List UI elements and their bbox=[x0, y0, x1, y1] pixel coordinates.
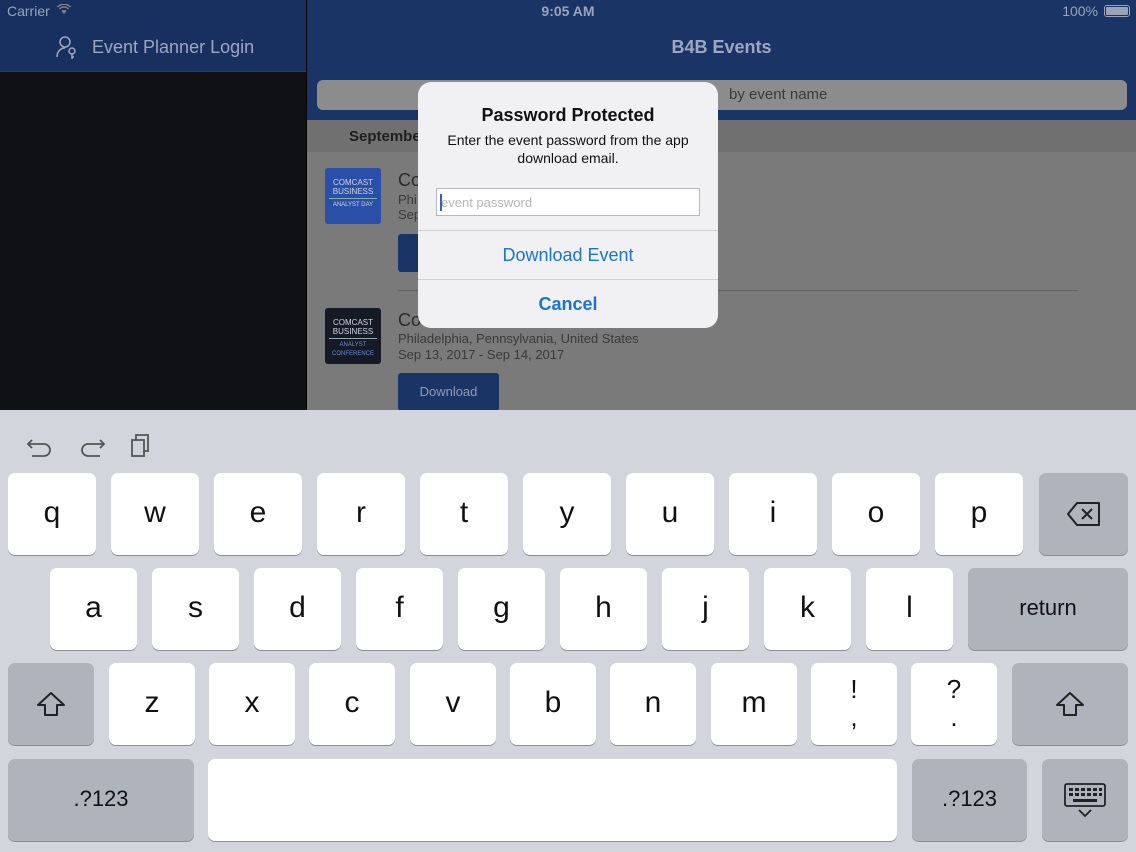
password-alert: Password Protected Enter the event passw… bbox=[418, 82, 718, 328]
key-exclaim-comma[interactable]: ! , bbox=[811, 663, 897, 745]
key-y[interactable]: y bbox=[523, 473, 611, 555]
key-j[interactable]: j bbox=[662, 568, 749, 650]
shift-icon bbox=[37, 692, 65, 716]
key-bottom-char: . bbox=[950, 702, 958, 732]
key-w[interactable]: w bbox=[111, 473, 199, 555]
user-key-icon bbox=[56, 36, 76, 59]
sidebar: Event Planner Login bbox=[0, 0, 306, 410]
battery-percent: 100% bbox=[1062, 3, 1098, 19]
redo-icon[interactable] bbox=[78, 432, 106, 458]
battery-icon bbox=[1104, 5, 1130, 17]
dismiss-keyboard-key[interactable] bbox=[1042, 759, 1128, 841]
login-label: Event Planner Login bbox=[92, 36, 255, 57]
numbers-key-left[interactable]: .?123 bbox=[8, 759, 194, 841]
logo-line: COMCAST bbox=[333, 178, 373, 187]
key-top-char: ! bbox=[850, 674, 858, 704]
key-e[interactable]: e bbox=[214, 473, 302, 555]
key-p[interactable]: p bbox=[935, 473, 1023, 555]
key-d[interactable]: d bbox=[254, 568, 341, 650]
keyboard-toolbar bbox=[0, 410, 1136, 472]
event-password-input[interactable] bbox=[437, 189, 699, 215]
event-logo: COMCAST BUSINESS ANALYST DAY bbox=[325, 168, 381, 224]
key-z[interactable]: z bbox=[109, 663, 195, 745]
backspace-icon bbox=[1066, 502, 1100, 526]
numbers-key-right[interactable]: .?123 bbox=[912, 759, 1027, 841]
key-i[interactable]: i bbox=[729, 473, 817, 555]
undo-icon[interactable] bbox=[26, 432, 54, 458]
logo-line: BUSINESS bbox=[332, 327, 374, 336]
delete-key[interactable] bbox=[1039, 473, 1128, 555]
key-b[interactable]: b bbox=[510, 663, 596, 745]
text-caret bbox=[440, 194, 442, 211]
key-g[interactable]: g bbox=[458, 568, 545, 650]
key-c[interactable]: c bbox=[309, 663, 395, 745]
key-top-char: ? bbox=[946, 674, 962, 704]
logo-line: ANALYST DAY bbox=[329, 198, 377, 210]
logo-line: BUSINESS bbox=[332, 187, 374, 196]
section-title: September bbox=[349, 128, 427, 145]
shift-icon bbox=[1056, 692, 1084, 716]
download-button[interactable]: Download bbox=[398, 373, 499, 410]
logo-line: COMCAST bbox=[333, 318, 373, 327]
cancel-button[interactable]: Cancel bbox=[418, 280, 718, 328]
keyboard-dismiss-icon bbox=[1064, 783, 1106, 818]
key-o[interactable]: o bbox=[832, 473, 920, 555]
keyboard: q w e r t y u i o p a s d f g h j k l re… bbox=[0, 410, 1136, 852]
space-bar[interactable] bbox=[208, 759, 897, 841]
page-title: B4B Events bbox=[671, 37, 772, 57]
key-r[interactable]: r bbox=[317, 473, 405, 555]
key-f[interactable]: f bbox=[356, 568, 443, 650]
status-bar: Carrier 9:05 AM 100% bbox=[0, 0, 1136, 22]
event-logo: COMCAST BUSINESS ANALYST CONFERENCE bbox=[325, 308, 381, 364]
key-a[interactable]: a bbox=[50, 568, 137, 650]
key-l[interactable]: l bbox=[866, 568, 953, 650]
clock: 9:05 AM bbox=[541, 3, 595, 19]
shift-key-right[interactable] bbox=[1012, 663, 1128, 745]
paste-icon[interactable] bbox=[128, 432, 156, 458]
event-location: Philadelphia, Pennsylvania, United State… bbox=[398, 331, 639, 346]
key-u[interactable]: u bbox=[626, 473, 714, 555]
return-key[interactable]: return bbox=[968, 568, 1128, 650]
key-m[interactable]: m bbox=[711, 663, 797, 745]
key-q[interactable]: q bbox=[8, 473, 96, 555]
key-x[interactable]: x bbox=[209, 663, 295, 745]
event-dates: Sep 13, 2017 - Sep 14, 2017 bbox=[398, 347, 565, 362]
key-k[interactable]: k bbox=[764, 568, 851, 650]
key-t[interactable]: t bbox=[420, 473, 508, 555]
event-password-field[interactable] bbox=[436, 188, 700, 216]
key-n[interactable]: n bbox=[610, 663, 696, 745]
key-v[interactable]: v bbox=[410, 663, 496, 745]
key-h[interactable]: h bbox=[560, 568, 647, 650]
alert-title: Password Protected bbox=[481, 105, 655, 125]
key-bottom-char: , bbox=[850, 702, 858, 732]
alert-message: Enter the event password from the app do… bbox=[447, 132, 689, 166]
download-event-button[interactable]: Download Event bbox=[418, 231, 718, 279]
key-question-period[interactable]: ? . bbox=[911, 663, 997, 745]
event-planner-login-button[interactable]: Event Planner Login bbox=[54, 34, 254, 60]
event-location: Phi bbox=[398, 192, 417, 207]
shift-key-left[interactable] bbox=[8, 663, 94, 745]
key-s[interactable]: s bbox=[152, 568, 239, 650]
logo-line: ANALYST CONFERENCE bbox=[329, 338, 377, 359]
